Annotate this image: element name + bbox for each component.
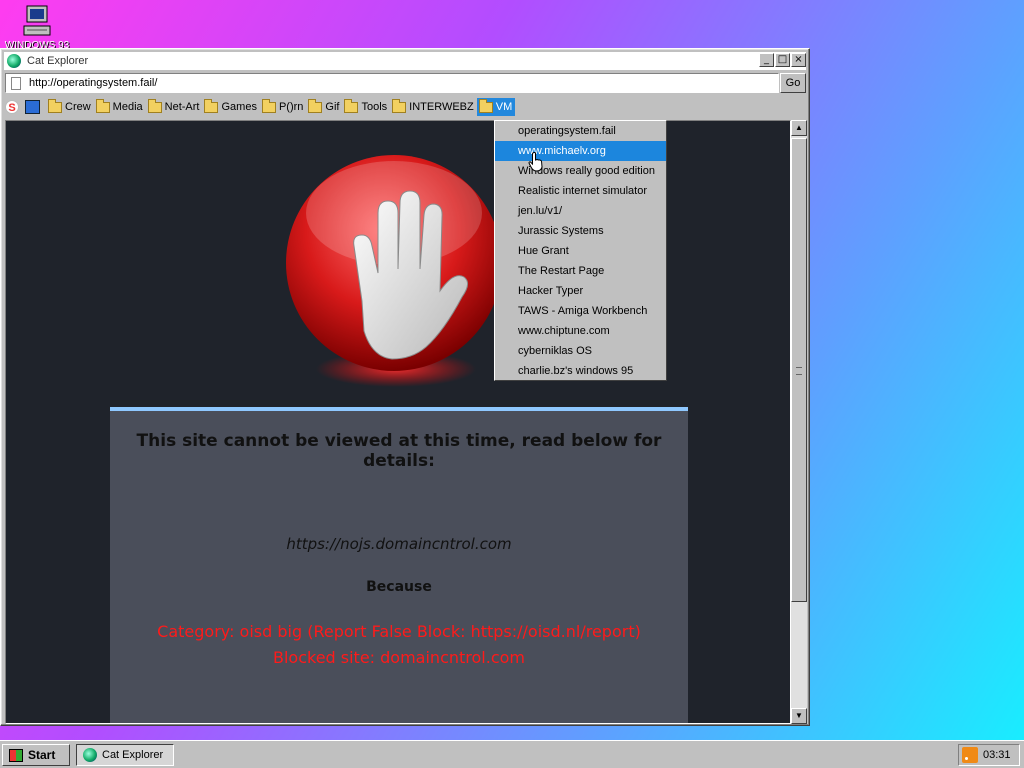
bookmark-label: Games	[221, 101, 257, 113]
bookmark-label: P()rn	[278, 101, 304, 113]
menu-item[interactable]: jen.lu/v1/	[495, 201, 666, 221]
bookmark-tools[interactable]: Tools	[342, 98, 390, 116]
vm-dropdown-menu: operatingsystem.fail www.michaelv.org Wi…	[494, 120, 667, 381]
close-button[interactable]: ×	[791, 53, 806, 67]
bookmark-net-art[interactable]: Net-Art	[146, 98, 203, 116]
bookmark-gif[interactable]: Gif	[306, 98, 342, 116]
bookmark-games[interactable]: Games	[202, 98, 259, 116]
folder-icon	[344, 98, 359, 113]
bookmark-label: Tools	[361, 101, 388, 113]
desktop-icon-windows93[interactable]: WINDOWS 93	[4, 4, 70, 51]
bookmark-media[interactable]: Media	[94, 98, 146, 116]
bookmark-label: Crew	[65, 101, 91, 113]
bookmark-interwebz[interactable]: INTERWEBZ	[390, 98, 477, 116]
taskbar-item-label: Cat Explorer	[102, 749, 164, 761]
start-button[interactable]: Start	[2, 744, 70, 766]
scroll-down-arrow-icon[interactable]: ▼	[791, 708, 807, 724]
vertical-scrollbar[interactable]: ▲ ▼	[791, 120, 807, 724]
menu-item[interactable]: TAWS - Amiga Workbench	[495, 301, 666, 321]
menu-item[interactable]: The Restart Page	[495, 261, 666, 281]
title-bar[interactable]: Cat Explorer _ □ ×	[4, 52, 806, 70]
bookmark-label: VM	[495, 101, 513, 113]
menu-item[interactable]: Windows really good edition	[495, 161, 666, 181]
bookmark-crew[interactable]: Crew	[46, 98, 94, 116]
folder-icon	[147, 98, 162, 113]
scroll-thumb[interactable]	[791, 138, 807, 602]
page-content: This site cannot be viewed at this time,…	[5, 120, 791, 724]
bookmark-label: INTERWEBZ	[409, 101, 474, 113]
blocked-site: Blocked site: domaincntrol.com	[272, 648, 525, 667]
s-logo-icon[interactable]: S	[5, 100, 19, 114]
folder-icon	[308, 98, 323, 113]
folder-icon	[204, 98, 219, 113]
system-tray: 03:31	[958, 744, 1020, 766]
window-title: Cat Explorer	[27, 55, 89, 67]
go-button[interactable]: Go	[780, 73, 806, 93]
bookmark-vm[interactable]: VM	[476, 98, 516, 116]
clock: 03:31	[983, 749, 1011, 761]
blocked-url: https://nojs.domaincntrol.com	[286, 535, 512, 553]
menu-item[interactable]: www.chiptune.com	[495, 321, 666, 341]
url-input[interactable]	[29, 77, 778, 89]
bookmark-porn[interactable]: P()rn	[260, 98, 306, 116]
menu-item[interactable]: Jurassic Systems	[495, 221, 666, 241]
menu-item-highlighted[interactable]: www.michaelv.org	[495, 141, 666, 161]
menu-item[interactable]: Hacker Typer	[495, 281, 666, 301]
menu-item[interactable]: Hue Grant	[495, 241, 666, 261]
block-heading: This site cannot be viewed at this time,…	[136, 431, 662, 471]
menu-item[interactable]: operatingsystem.fail	[495, 121, 666, 141]
cat-explorer-icon	[7, 54, 21, 68]
cat-explorer-icon	[83, 748, 97, 762]
taskbar-item-cat-explorer[interactable]: Cat Explorer	[76, 744, 174, 766]
bookmark-label: Gif	[325, 101, 340, 113]
stop-hand-icon	[284, 151, 504, 391]
block-message-panel: This site cannot be viewed at this time,…	[110, 407, 688, 723]
minimize-button[interactable]: _	[759, 53, 774, 67]
folder-icon	[478, 98, 493, 113]
hand-pointer-cursor-icon	[528, 152, 543, 172]
start-logo-icon	[9, 748, 23, 762]
maximize-button[interactable]: □	[775, 53, 790, 67]
folder-icon	[392, 98, 407, 113]
scroll-up-arrow-icon[interactable]: ▲	[791, 120, 807, 136]
address-bar	[5, 73, 779, 93]
folder-icon	[48, 98, 62, 113]
block-category: Category: oisd big (Report False Block: …	[157, 622, 641, 641]
bookmark-label: Media	[112, 101, 143, 113]
folder-icon	[261, 98, 276, 113]
computer-icon	[23, 5, 51, 36]
because-label: Because	[366, 579, 432, 595]
taskbar: Start Cat Explorer 03:31	[0, 740, 1024, 768]
menu-item[interactable]: cyberniklas OS	[495, 341, 666, 361]
start-label: Start	[28, 748, 56, 762]
page-icon	[11, 76, 21, 90]
menu-item[interactable]: Realistic internet simulator	[495, 181, 666, 201]
cat-explorer-window: Cat Explorer _ □ × Go S Crew Media Net-A…	[0, 48, 810, 726]
menu-item[interactable]: charlie.bz's windows 95	[495, 361, 666, 381]
folder-icon	[95, 98, 110, 113]
rss-icon[interactable]	[962, 747, 978, 763]
window-bookmark-icon[interactable]	[25, 100, 40, 114]
bookmark-label: Net-Art	[164, 101, 200, 113]
bookmarks-bar: S Crew Media Net-Art Games P()rn Gif Too…	[5, 97, 516, 117]
